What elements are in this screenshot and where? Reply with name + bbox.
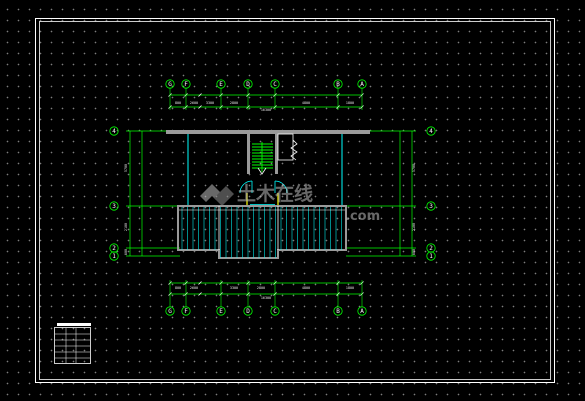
bottom-dimension-segment: 1800: [346, 286, 354, 290]
right-dimension-segment: 5700: [412, 164, 416, 172]
axis-bubble-top-f: F: [181, 79, 191, 89]
floor-plan-drawing: 800 2600 3300 2800 4800 1800 16300 800 2600 330…: [35, 18, 555, 383]
axis-bubble-bottom-e-label: E: [219, 308, 223, 315]
top-dimension-texts: 800 2600 3300 2800 4800 1800: [175, 101, 354, 105]
axis-bubble-left-4-label: 4: [112, 128, 116, 135]
axis-bubble-right-1: 1: [426, 251, 436, 261]
stairwell-wall-left: [247, 134, 250, 174]
left-dimension-segment: 2100: [124, 223, 128, 231]
axis-bubble-top-c: C: [270, 79, 280, 89]
legend-table: [54, 323, 91, 364]
right-dimension-segment: 600: [412, 249, 416, 255]
axis-bubble-top-a-label: A: [360, 81, 364, 88]
break-line-symbol: [290, 139, 298, 161]
top-dimension-chain: [170, 94, 362, 108]
axis-bubble-right-4: 4: [426, 126, 436, 136]
bottom-dimension-texts: 800 2600 3300 2800 4800 1800: [175, 286, 354, 290]
watermark-text: 土木在线: [237, 182, 313, 205]
axis-bubble-right-3: 3: [426, 201, 436, 211]
left-dimension-segment: 600: [124, 249, 128, 255]
axis-bubble-top-e-label: E: [219, 81, 223, 88]
top-dimension-segment: 3300: [206, 101, 214, 105]
bottom-dimension-segment: 800: [175, 286, 181, 290]
axis-bubble-bottom-d: D: [243, 306, 253, 316]
bottom-dimension-segment: 2600: [190, 286, 198, 290]
axis-bubble-left-1-label: 1: [112, 253, 116, 260]
axis-bubble-bottom-f-label: F: [184, 308, 188, 315]
axis-bubble-bottom-d-label: D: [246, 308, 250, 315]
stairwell-wall-right: [275, 134, 278, 174]
right-dimension-segment: 2100: [412, 223, 416, 231]
top-dimension-total: 16300: [261, 108, 271, 112]
axis-bubble-top-f-label: F: [184, 81, 188, 88]
top-dimension-segment: 1800: [346, 101, 354, 105]
axis-bubble-bottom-g: G: [165, 306, 175, 316]
axis-bubble-bottom-c-label: C: [273, 308, 277, 315]
axis-bubble-left-3: 3: [109, 201, 119, 211]
bottom-dimension-segment: 4800: [302, 286, 310, 290]
axis-bubble-bottom-c: C: [270, 306, 280, 316]
axis-bubble-bottom-g-label: G: [168, 308, 172, 315]
axis-bubble-left-4: 4: [109, 126, 119, 136]
top-dimension-segment: 800: [175, 101, 181, 105]
axis-bubble-right-2: 2: [426, 243, 436, 253]
bottom-dimension-segment: 3300: [230, 286, 238, 290]
axis-bubble-bottom-b-label: B: [336, 308, 340, 315]
watermark-subtext: .com: [345, 209, 380, 224]
bottom-dimension-segment: 2800: [257, 286, 265, 290]
axis-bubble-right-2-label: 2: [429, 245, 433, 252]
watermark: 土木在线 .com: [200, 182, 380, 224]
top-dimension-segment: 2800: [230, 101, 238, 105]
axis-bubble-bottom-e: E: [216, 306, 226, 316]
axis-bubble-right-1-label: 1: [429, 253, 433, 260]
axis-bubble-right-3-label: 3: [429, 203, 433, 210]
axis-bubble-bottom-a: A: [357, 306, 367, 316]
top-dimension-segment: 4800: [302, 101, 310, 105]
cad-drawing-canvas: 800 2600 3300 2800 4800 1800 16300 800 2600 330…: [0, 0, 585, 401]
axis-bubble-top-c-label: C: [273, 81, 277, 88]
axis-bubble-top-e: E: [216, 79, 226, 89]
axis-bubble-bottom-f: F: [181, 306, 191, 316]
axis-bubble-top-a: A: [357, 79, 367, 89]
axis-bubble-top-g: G: [165, 79, 175, 89]
axis-bubble-top-g-label: G: [168, 81, 172, 88]
lower-wing-outline: [177, 205, 347, 259]
axis-bubble-left-3-label: 3: [112, 203, 116, 210]
axis-bubble-top-b-label: B: [336, 81, 340, 88]
axis-bubble-top-d-label: D: [246, 81, 250, 88]
axis-bubble-left-1: 1: [109, 251, 119, 261]
stair-treads: [252, 142, 273, 175]
axis-bubble-bottom-a-label: A: [360, 308, 364, 315]
bottom-dimension-total: 16300: [261, 296, 271, 300]
top-dimension-segment: 2600: [190, 101, 198, 105]
axis-bubble-top-b: B: [333, 79, 343, 89]
left-dimension-segment: 5700: [124, 164, 128, 172]
top-wall: [166, 130, 370, 134]
axis-bubble-left-2-label: 2: [112, 245, 116, 252]
axis-bubble-bottom-b: B: [333, 306, 343, 316]
axis-bubble-right-4-label: 4: [429, 128, 433, 135]
axis-bubble-left-2: 2: [109, 243, 119, 253]
axis-bubble-top-d: D: [243, 79, 253, 89]
